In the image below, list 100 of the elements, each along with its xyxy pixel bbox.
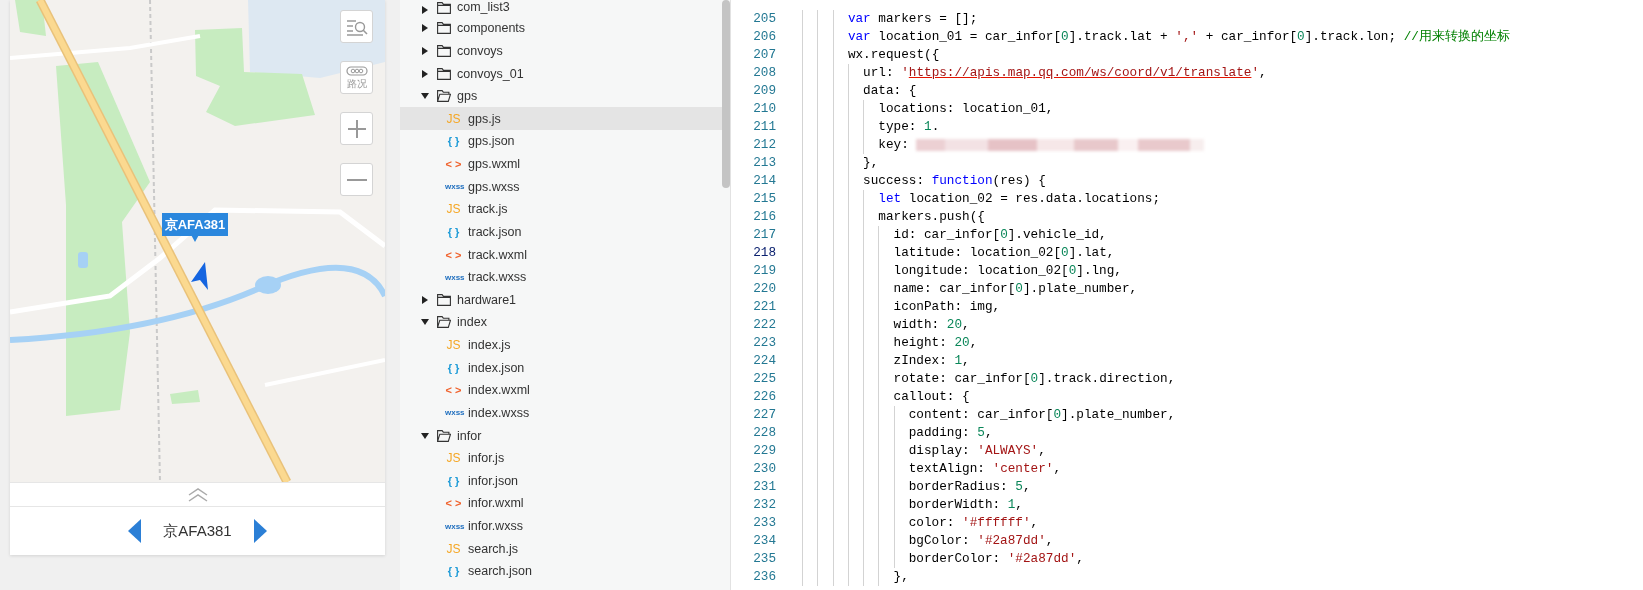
- scrollbar-thumb[interactable]: [722, 0, 730, 188]
- line-number: 234: [752, 532, 776, 551]
- folder-row[interactable]: components: [400, 16, 722, 40]
- folder-row[interactable]: com_list3: [400, 0, 722, 17]
- folder-name: gps: [457, 89, 478, 104]
- folder-row[interactable]: infor: [400, 424, 722, 447]
- zoom-out-button[interactable]: [340, 163, 373, 196]
- file-row[interactable]: < > gps.wxml: [400, 152, 722, 176]
- open-folder-icon: [437, 429, 451, 442]
- folder-row[interactable]: hardware1: [400, 288, 722, 312]
- code-line: zIndex: 1,: [893, 352, 970, 371]
- file-row[interactable]: wxss index.wxss: [400, 401, 722, 425]
- file-row[interactable]: JS index.js: [400, 333, 722, 357]
- file-type-icon: wxss: [445, 182, 462, 192]
- line-number: 208: [752, 64, 776, 83]
- code-line: longitude: location_02[0].lng,: [893, 262, 1122, 281]
- code-line: borderWidth: 1,: [908, 496, 1023, 515]
- file-row[interactable]: < > infor.wxml: [400, 492, 722, 515]
- file-name: search.js: [468, 541, 519, 556]
- folder-name: convoys: [457, 43, 503, 58]
- file-row[interactable]: JS track.js: [400, 197, 722, 221]
- code-line: display: 'ALWAYS',: [908, 442, 1046, 461]
- file-name: track.wxml: [468, 247, 528, 262]
- code-line: url: 'https://apis.map.qq.com/ws/coord/v1/translate',: [863, 64, 1267, 83]
- folder-row[interactable]: gps: [400, 84, 722, 108]
- file-row[interactable]: wxss infor.wxss: [400, 514, 722, 538]
- code-line: latitude: location_02[0].lat,: [893, 244, 1115, 263]
- file-name: infor.json: [468, 473, 519, 488]
- folder-name: com_list3: [457, 0, 510, 14]
- file-type-icon: JS: [445, 111, 462, 126]
- file-type-icon: { }: [445, 565, 462, 578]
- file-name: track.js: [468, 202, 508, 217]
- file-row[interactable]: < > track.wxml: [400, 243, 722, 266]
- folder-row[interactable]: index: [400, 311, 722, 334]
- code-line: content: car_infor[0].plate_number,: [908, 406, 1176, 425]
- file-row[interactable]: { } infor.json: [400, 469, 722, 493]
- file-type-icon: JS: [445, 541, 462, 556]
- code-line: success: function(res) {: [863, 172, 1046, 191]
- line-number: 222: [752, 316, 776, 335]
- code-line: name: car_infor[0].plate_number,: [893, 280, 1138, 299]
- line-number: 224: [752, 352, 776, 371]
- code-line: key:: [878, 136, 909, 155]
- file-row[interactable]: { } gps.json: [400, 130, 722, 153]
- code-line: let location_02 = res.data.locations;: [878, 190, 1161, 209]
- code-line: var location_01 = car_infor[0].track.lat + ',' + car_infor[0].track.lon; //用来转换的坐标: [847, 28, 1510, 47]
- next-arrow-icon[interactable]: [253, 519, 267, 543]
- double-chevron-up-icon[interactable]: [187, 487, 208, 502]
- code-line: },: [893, 568, 909, 587]
- file-row[interactable]: { } index.json: [400, 356, 722, 379]
- file-type-icon: { }: [445, 361, 462, 374]
- line-number: 209: [752, 82, 776, 101]
- file-type-icon: < >: [445, 497, 462, 510]
- line-number: 230: [752, 460, 776, 479]
- line-number: 205: [752, 10, 776, 29]
- code-line: bgColor: '#2a87dd',: [908, 532, 1054, 551]
- folder-name: index: [457, 315, 487, 330]
- file-name: gps.wxml: [468, 157, 521, 171]
- file-row[interactable]: JS search.js: [400, 537, 722, 560]
- file-row[interactable]: { } search.json: [400, 559, 722, 583]
- file-name: track.json: [468, 224, 522, 239]
- folder-name: convoys_01: [457, 66, 524, 81]
- code-line: borderColor: '#2a87dd',: [908, 550, 1084, 569]
- line-number: 227: [752, 406, 776, 425]
- file-name: gps.js: [468, 111, 501, 126]
- file-type-icon: JS: [445, 338, 462, 352]
- file-row[interactable]: JS infor.js: [400, 446, 722, 470]
- line-number: 218: [752, 244, 776, 263]
- line-number: 217: [752, 226, 776, 245]
- file-type-icon: < >: [445, 384, 462, 397]
- file-row[interactable]: { } track.json: [400, 220, 722, 244]
- traffic-icon: [345, 66, 368, 76]
- file-type-icon: wxss: [445, 408, 462, 418]
- minus-icon: [346, 178, 367, 181]
- file-row[interactable]: wxss gps.wxss: [400, 175, 722, 198]
- file-name: gps.json: [468, 134, 515, 149]
- code-line: height: 20,: [893, 334, 978, 353]
- previous-arrow-icon[interactable]: [128, 519, 142, 543]
- file-type-icon: JS: [445, 451, 462, 466]
- line-number: 214: [752, 172, 776, 191]
- folder-row[interactable]: convoys: [400, 39, 722, 63]
- code-line: markers.push({: [878, 208, 985, 227]
- folder-name: hardware1: [457, 292, 517, 307]
- folder-icon: [437, 22, 451, 35]
- line-number: 232: [752, 496, 776, 515]
- file-type-icon: wxss: [445, 272, 462, 282]
- code-line: wx.request({: [847, 46, 940, 65]
- file-name: infor.wxss: [468, 519, 523, 533]
- code-line: textAlign: 'center',: [908, 460, 1062, 479]
- code-line: width: 20,: [893, 316, 970, 335]
- search-list-button[interactable]: [340, 10, 373, 43]
- file-row[interactable]: < > index.wxml: [400, 378, 722, 402]
- line-number: 221: [752, 298, 776, 317]
- folder-row[interactable]: convoys_01: [400, 62, 722, 85]
- zoom-in-button[interactable]: [340, 112, 373, 145]
- file-row[interactable]: JS gps.js: [400, 107, 722, 131]
- code-line: var markers = [];: [847, 10, 978, 29]
- file-type-icon: { }: [445, 135, 462, 148]
- file-row[interactable]: wxss track.wxss: [400, 265, 722, 289]
- line-number: 236: [752, 568, 776, 587]
- file-name: search.json: [468, 564, 532, 579]
